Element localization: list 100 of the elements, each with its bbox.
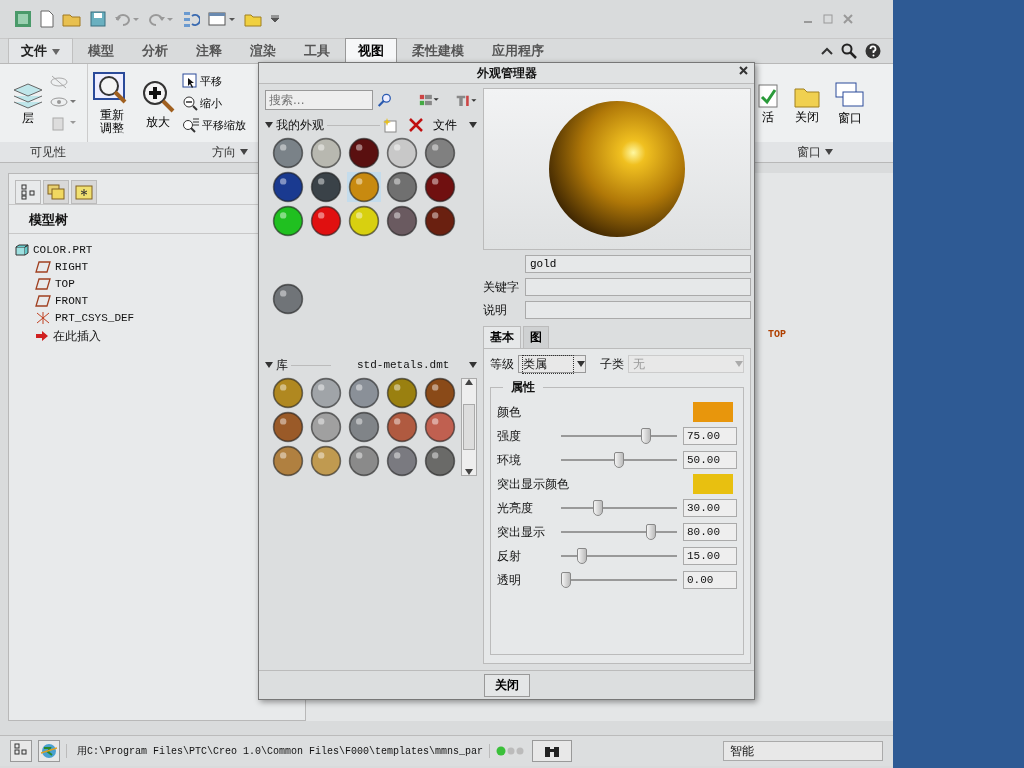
value-field[interactable]: 0.00: [683, 571, 737, 589]
value-field[interactable]: 30.00: [683, 499, 737, 517]
ribbon-tab[interactable]: 注释: [182, 38, 235, 63]
color-swatch[interactable]: [693, 402, 733, 422]
search-icon[interactable]: [377, 92, 393, 108]
collapse-caret-icon[interactable]: [265, 362, 273, 368]
appearance-swatch[interactable]: [271, 172, 305, 202]
color-swatch[interactable]: [693, 474, 733, 494]
appearance-swatch[interactable]: [309, 446, 343, 476]
customize-arrow-icon[interactable]: [270, 15, 280, 23]
value-field[interactable]: 15.00: [683, 547, 737, 565]
zoom-in-button[interactable]: 放大: [138, 75, 178, 131]
text-field[interactable]: [525, 301, 751, 319]
windows-button[interactable]: 窗口: [833, 79, 867, 127]
refit-button[interactable]: 重新调整: [90, 69, 134, 137]
appearance-swatch[interactable]: [347, 378, 381, 408]
model-tree-toggle[interactable]: [10, 740, 32, 762]
caret-icon[interactable]: [240, 149, 248, 155]
value-field[interactable]: 50.00: [683, 451, 737, 469]
tree-item[interactable]: 在此插入: [35, 328, 101, 344]
pan-button[interactable]: 平移: [182, 73, 246, 89]
slider-thumb[interactable]: [640, 428, 651, 444]
scrollbar[interactable]: [461, 378, 477, 476]
slider-thumb[interactable]: [614, 452, 624, 468]
appearance-swatch[interactable]: [309, 378, 343, 408]
class-dropdown[interactable]: 类属: [518, 355, 586, 373]
appearance-swatch[interactable]: [309, 206, 343, 236]
close-button[interactable]: [739, 66, 748, 75]
tree-item[interactable]: FRONT: [35, 293, 88, 309]
ribbon-tab[interactable]: 模型: [74, 38, 127, 63]
appearance-swatch[interactable]: [309, 138, 343, 168]
appearance-swatch[interactable]: [271, 206, 305, 236]
appearance-swatch[interactable]: [385, 138, 419, 168]
ribbon-tab[interactable]: 工具: [290, 38, 343, 63]
group-label[interactable]: 方向: [212, 143, 236, 161]
model-tree-tab[interactable]: [15, 180, 41, 204]
tree-item[interactable]: RIGHT: [35, 259, 88, 275]
appearance-swatch[interactable]: [347, 206, 381, 236]
help-icon[interactable]: [865, 43, 881, 59]
appearance-swatch[interactable]: [347, 172, 381, 202]
group-label[interactable]: 窗口: [797, 143, 821, 161]
appearance-swatch[interactable]: [309, 172, 343, 202]
value-field[interactable]: 75.00: [683, 427, 737, 445]
ribbon-tab[interactable]: 分析: [128, 38, 181, 63]
close-dialog-button[interactable]: 关闭: [483, 673, 530, 697]
filter-dropdown[interactable]: 智能: [723, 741, 883, 761]
appearance-swatch[interactable]: [423, 172, 457, 202]
appearance-swatch[interactable]: [385, 172, 419, 202]
regenerate-icon[interactable]: [182, 10, 200, 28]
appearance-swatch[interactable]: [385, 446, 419, 476]
appearance-swatch[interactable]: [385, 412, 419, 442]
browser-toggle[interactable]: [38, 740, 60, 762]
ribbon-tab[interactable]: 渲染: [236, 38, 289, 63]
close-window-button[interactable]: 关闭: [791, 80, 823, 126]
ribbon-tab[interactable]: 柔性建模: [398, 38, 477, 63]
ribbon-tab[interactable]: 应用程序: [478, 38, 557, 63]
scroll-down-icon[interactable]: [465, 469, 473, 475]
appearance-swatch[interactable]: [423, 138, 457, 168]
window-icon[interactable]: [208, 11, 236, 27]
appearance-swatch[interactable]: [271, 138, 305, 168]
ribbon-tab[interactable]: 文件: [8, 38, 73, 63]
appearance-swatch[interactable]: [423, 446, 457, 476]
slider-thumb[interactable]: [645, 524, 656, 540]
favorites-tab[interactable]: [71, 180, 97, 204]
search-icon[interactable]: [841, 43, 857, 59]
appearance-swatch[interactable]: [271, 412, 305, 442]
activate-button[interactable]: 活: [755, 80, 781, 126]
file-menu[interactable]: 文件: [433, 116, 477, 134]
collapse-caret-icon[interactable]: [265, 122, 273, 128]
appearance-swatch[interactable]: [385, 378, 419, 408]
text-field[interactable]: [525, 278, 751, 296]
layers-button[interactable]: 层: [10, 79, 46, 127]
zoom-out-button[interactable]: 缩小: [182, 95, 246, 111]
appearance-swatch[interactable]: [347, 412, 381, 442]
appearance-swatch[interactable]: [423, 378, 457, 408]
dialog-tab[interactable]: 基本: [483, 326, 521, 348]
slider-thumb[interactable]: [592, 500, 603, 516]
collapse-ribbon-icon[interactable]: [821, 46, 833, 56]
appearance-swatch[interactable]: [271, 446, 305, 476]
tree-item[interactable]: PRT_CSYS_DEF: [35, 310, 135, 326]
slider-thumb[interactable]: [576, 548, 587, 564]
appearance-swatch[interactable]: [423, 206, 457, 236]
tree-item[interactable]: COLOR.PRT: [15, 242, 93, 258]
dialog-tab[interactable]: 图: [523, 326, 549, 348]
appearance-swatch[interactable]: [347, 446, 381, 476]
appearance-swatch[interactable]: [423, 412, 457, 442]
find-button[interactable]: [532, 740, 572, 762]
appearance-swatch[interactable]: [347, 138, 381, 168]
save-icon[interactable]: [90, 11, 106, 27]
ribbon-tab[interactable]: 视图: [344, 38, 397, 63]
value-field[interactable]: 80.00: [683, 523, 737, 541]
library-file[interactable]: std-metals.dmt: [357, 359, 450, 371]
new-file-icon[interactable]: [40, 10, 54, 28]
search-field[interactable]: 搜索...: [265, 90, 373, 110]
appearance-swatch[interactable]: [309, 412, 343, 442]
view-options-icon[interactable]: [419, 93, 440, 107]
appearance-swatch[interactable]: [271, 284, 305, 314]
appearance-swatch[interactable]: [385, 206, 419, 236]
pan-zoom-button[interactable]: 平移缩放: [182, 117, 246, 133]
slider-thumb[interactable]: [561, 572, 571, 588]
